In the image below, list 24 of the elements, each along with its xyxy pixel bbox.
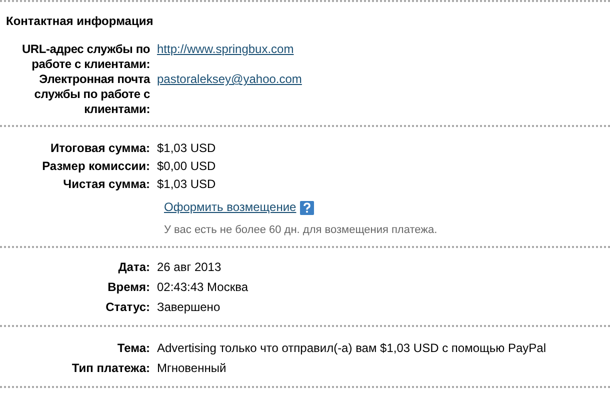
refund-note: У вас есть не более 60 дн. для возмещения платежа.: [164, 224, 438, 236]
field-value: Завершено: [157, 300, 220, 315]
section-heading: Контактная информация: [5, 13, 154, 30]
refund-link[interactable]: Оформить возмещение: [164, 200, 296, 215]
field-value: 26 авг 2013: [157, 260, 222, 275]
field-label: Время:: [106, 280, 150, 295]
field-label: Чистая сумма:: [62, 177, 150, 192]
field-label: Дата:: [117, 260, 150, 275]
field-label: Статус:: [104, 300, 150, 315]
value-link[interactable]: pastoraleksey@yahoo.com: [157, 72, 302, 87]
value-link[interactable]: http://www.springbux.com: [157, 42, 294, 57]
field-label: Тема:: [116, 341, 150, 356]
field-value: Advertising только что отправил(-а) вам $1,03 USD с помощью PayPal: [157, 341, 546, 356]
field-value: 02:43:43 Москва: [157, 280, 248, 295]
field-label: Электронная почта службы по работе с клиентами:: [33, 72, 150, 117]
field-value: $0,00 USD: [157, 159, 216, 174]
help-icon[interactable]: [300, 200, 314, 214]
field-value: $1,03 USD: [157, 177, 216, 192]
field-value: Мгновенный: [157, 361, 226, 376]
field-label: Размер комиссии:: [41, 159, 150, 174]
field-label: Итоговая сумма:: [49, 141, 150, 156]
field-label: URL-адрес службы по работе с клиентами:: [20, 42, 150, 72]
field-value: $1,03 USD: [157, 141, 216, 156]
field-label: Тип платежа:: [70, 361, 150, 376]
